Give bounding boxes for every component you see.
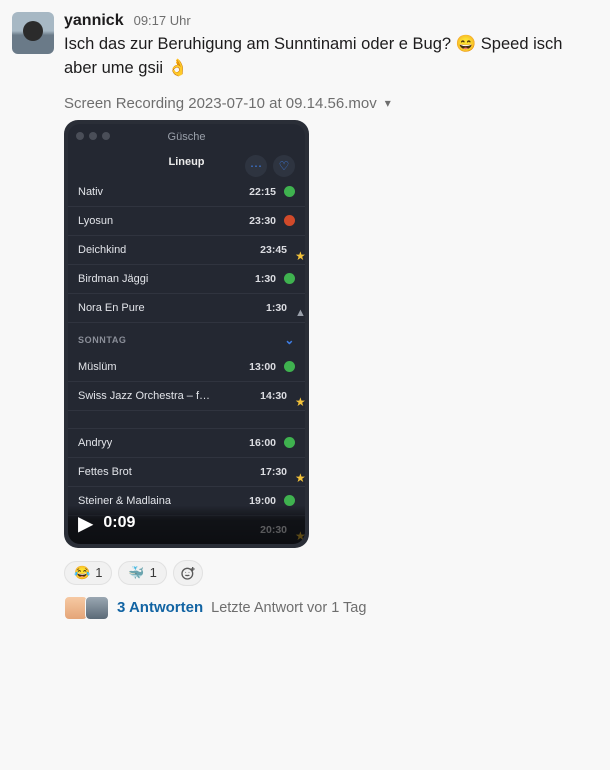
reaction-laugh[interactable]: 😂 1 <box>64 561 112 585</box>
message-content: yannick 09:17 Uhr Isch das zur Beruhigun… <box>64 12 598 620</box>
username[interactable]: yannick <box>64 12 124 30</box>
row-time: 14:30 <box>260 390 287 402</box>
reply-count: 3 Antworten <box>117 599 203 616</box>
section-label: SONNTAG <box>78 335 127 345</box>
row-name: Swiss Jazz Orchestra – feat <box>78 390 213 402</box>
row-time: 1:30 <box>255 273 276 285</box>
section-header-sonntag: SONNTAG ⌄ <box>68 322 305 353</box>
timestamp[interactable]: 09:17 Uhr <box>134 13 191 28</box>
status-dot <box>284 186 295 197</box>
row-time: 22:15 <box>249 186 276 198</box>
row-time: 1:30 <box>266 302 287 314</box>
tab-row: Lineup ⋯ ♡ <box>68 150 305 178</box>
video-time: 0:09 <box>103 514 135 532</box>
list-item: Nora En Pure 1:30 <box>68 293 305 322</box>
avatar[interactable] <box>12 12 54 54</box>
list-item: Swiss Jazz Orchestra – feat 14:30 <box>68 381 305 410</box>
more-icon: ⋯ <box>245 155 267 177</box>
message-body: Isch das zur Beruhigung am Sunntinami od… <box>64 33 598 81</box>
status-dot <box>284 437 295 448</box>
list-item: Deichkind 23:45 <box>68 235 305 264</box>
reaction-emoji: 😂 <box>74 565 90 581</box>
status-dot <box>284 495 295 506</box>
row-name: Steiner & Madlaina <box>78 495 171 507</box>
message-header: yannick 09:17 Uhr <box>64 12 598 30</box>
row-time: 19:00 <box>249 495 276 507</box>
reaction-emoji: 🐳 <box>128 565 144 581</box>
row-time: 13:00 <box>249 361 276 373</box>
app-title: Güsche <box>168 131 206 143</box>
slack-message: yannick 09:17 Uhr Isch das zur Beruhigun… <box>12 12 598 620</box>
list-item: 20:30 ▶ 0:09 <box>68 515 305 544</box>
status-dot <box>284 273 295 284</box>
row-time: 16:00 <box>249 437 276 449</box>
row-time: 23:45 <box>260 244 287 256</box>
avatar <box>85 596 109 620</box>
tab-actions: ⋯ ♡ <box>245 155 295 177</box>
attachment-filename: Screen Recording 2023-07-10 at 09.14.56.… <box>64 95 377 112</box>
thread-replies[interactable]: 3 Antworten Letzte Antwort vor 1 Tag <box>64 596 598 620</box>
list-item: Nativ 22:15 <box>68 178 305 206</box>
reaction-count: 1 <box>150 565 157 580</box>
list-item: Andryy 16:00 <box>68 428 305 457</box>
row-name: Müslüm <box>78 361 117 373</box>
row-name: Nativ <box>78 186 103 198</box>
list-item: Steiner & Madlaina 19:00 <box>68 486 305 515</box>
row-name: Lyosun <box>78 215 113 227</box>
add-reaction-button[interactable] <box>173 560 203 586</box>
window-controls <box>76 132 110 140</box>
reaction-whale[interactable]: 🐳 1 <box>118 561 166 585</box>
heart-icon: ♡ <box>273 155 295 177</box>
list-item: Lyosun 23:30 <box>68 206 305 235</box>
app-window: Güsche Lineup ⋯ ♡ Nativ 22:15 Lyosun 23:… <box>68 124 305 544</box>
chevron-down-icon[interactable]: ▾ <box>385 96 391 110</box>
list-gap <box>68 410 305 428</box>
list-item: Müslüm 13:00 <box>68 353 305 381</box>
list-item: Fettes Brot 17:30 <box>68 457 305 486</box>
reaction-count: 1 <box>95 565 102 580</box>
row-name: Andryy <box>78 437 112 449</box>
reply-avatars <box>64 596 109 620</box>
row-name: Birdman Jäggi <box>78 273 148 285</box>
list-item: Birdman Jäggi 1:30 <box>68 264 305 293</box>
row-time: 23:30 <box>249 215 276 227</box>
status-dot <box>284 361 295 372</box>
reactions-bar: 😂 1 🐳 1 <box>64 560 598 586</box>
row-name: Deichkind <box>78 244 126 256</box>
status-dot <box>284 215 295 226</box>
reply-meta: Letzte Antwort vor 1 Tag <box>211 600 366 616</box>
row-time: 17:30 <box>260 466 287 478</box>
play-icon[interactable]: ▶ <box>78 511 93 536</box>
row-time: 20:30 <box>260 524 287 536</box>
tab-lineup: Lineup <box>168 156 204 168</box>
app-titlebar: Güsche <box>68 124 305 150</box>
attachment-header[interactable]: Screen Recording 2023-07-10 at 09.14.56.… <box>64 95 598 112</box>
row-name: Fettes Brot <box>78 466 132 478</box>
video-attachment[interactable]: Güsche Lineup ⋯ ♡ Nativ 22:15 Lyosun 23:… <box>64 120 309 548</box>
chevron-down-icon: ⌄ <box>284 333 295 347</box>
row-name: Nora En Pure <box>78 302 145 314</box>
